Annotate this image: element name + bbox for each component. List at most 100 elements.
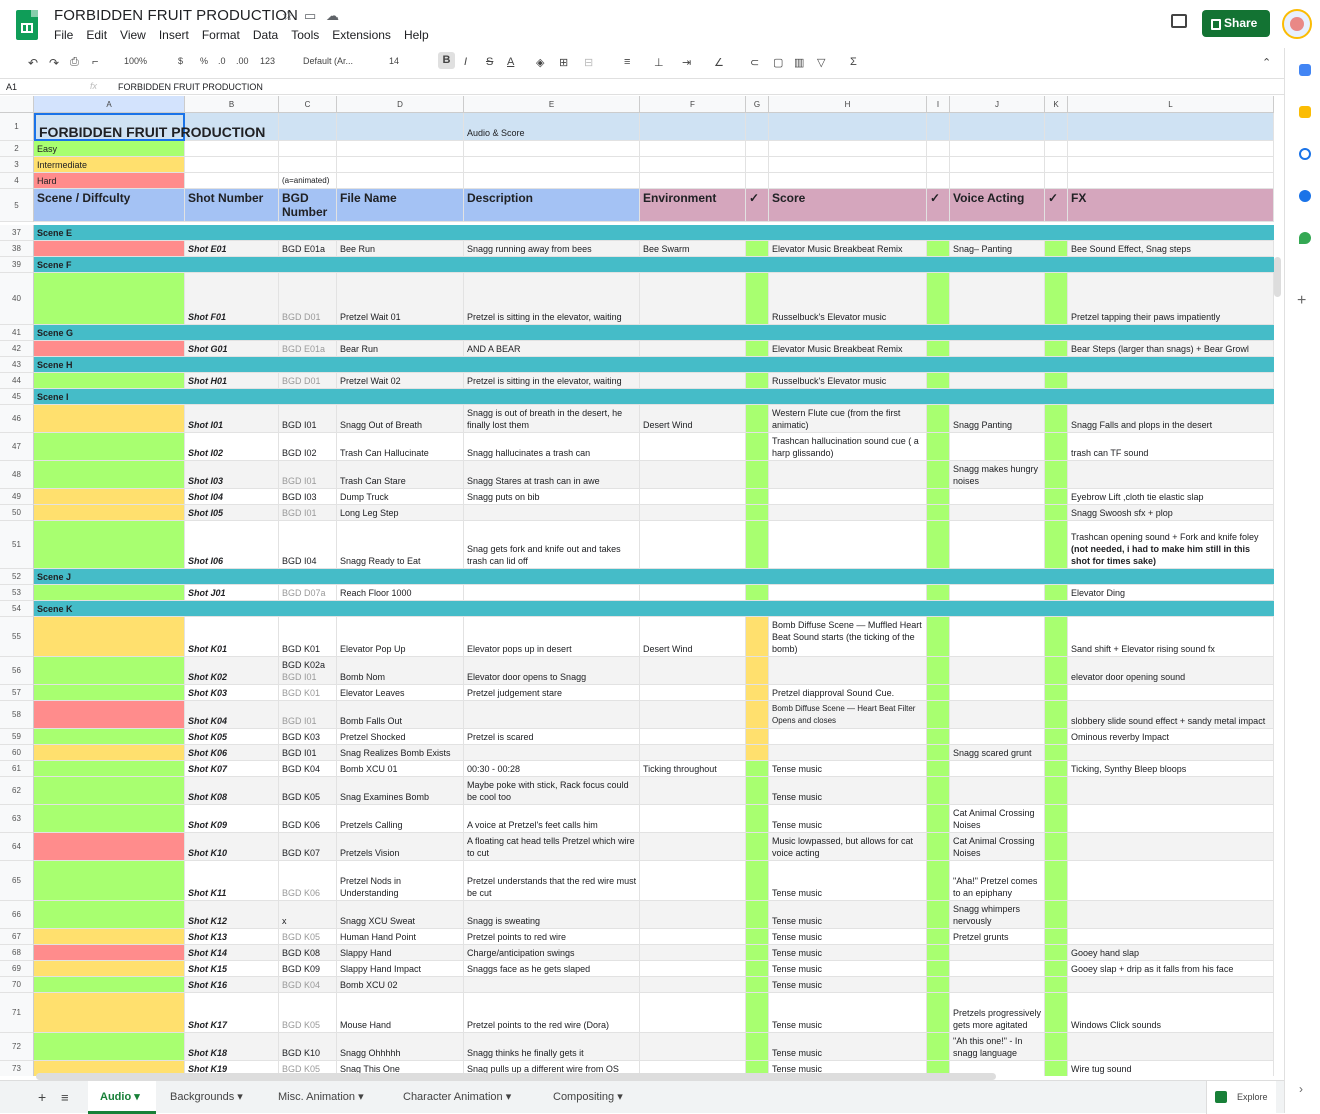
difficulty-cell[interactable] (34, 685, 185, 701)
cell-check[interactable] (927, 961, 950, 977)
cell-desc[interactable]: Pretzel understands that the red wire mu… (464, 861, 640, 901)
cell-r5-e[interactable]: Description (464, 189, 640, 222)
scene-band-cell[interactable] (746, 357, 769, 373)
difficulty-cell[interactable] (34, 977, 185, 993)
insert-chart-icon[interactable]: ▥ (794, 56, 804, 69)
cell-shot[interactable]: Shot F01 (185, 273, 279, 325)
scene-label[interactable]: Scene I (34, 389, 185, 405)
menu-insert[interactable]: Insert (159, 28, 189, 42)
menu-edit[interactable]: Edit (86, 28, 107, 42)
cell-file[interactable]: Slappy Hand Impact (337, 961, 464, 977)
cell-check[interactable] (746, 945, 769, 961)
cell-r3-h[interactable] (769, 157, 927, 173)
cell-env[interactable] (640, 945, 746, 961)
cell-check[interactable] (927, 945, 950, 961)
cell-bgd[interactable]: BGD I01 (279, 701, 337, 729)
cell-env[interactable] (640, 993, 746, 1033)
scene-band-cell[interactable] (950, 389, 1045, 405)
cell-r2-h[interactable] (769, 141, 927, 157)
cell-r3-d[interactable] (337, 157, 464, 173)
cell-r5-d[interactable]: File Name (337, 189, 464, 222)
cell-r4-l[interactable] (1068, 173, 1274, 189)
scene-band-cell[interactable] (337, 357, 464, 373)
cell-desc[interactable]: Snag gets fork and knife out and takes t… (464, 521, 640, 569)
cell-env[interactable]: Ticking throughout (640, 761, 746, 777)
cell-check[interactable] (1045, 761, 1068, 777)
cell-check[interactable] (746, 833, 769, 861)
cell-check[interactable] (927, 1033, 950, 1061)
cell-env[interactable] (640, 461, 746, 489)
row-header[interactable]: 65 (0, 861, 34, 901)
cell-desc[interactable]: 00:30 - 00:28 (464, 761, 640, 777)
cell-desc[interactable]: Elevator door opens to Snagg (464, 657, 640, 685)
cell-env[interactable] (640, 929, 746, 945)
cell-r4-f[interactable] (640, 173, 746, 189)
row-header[interactable]: 37 (0, 225, 34, 241)
link-icon[interactable]: ⊂ (750, 56, 759, 69)
cell-bgd[interactable]: x (279, 901, 337, 929)
cell-voice[interactable] (950, 505, 1045, 521)
cell-voice[interactable] (950, 729, 1045, 745)
cell-check[interactable] (1045, 461, 1068, 489)
scene-band-cell[interactable] (769, 601, 927, 617)
calendar-icon[interactable] (1299, 64, 1311, 76)
vertical-scrollbar[interactable] (1274, 257, 1281, 297)
cell-file[interactable]: Snagg XCU Sweat (337, 901, 464, 929)
cell-score[interactable]: Tense music (769, 777, 927, 805)
cell-voice[interactable] (950, 945, 1045, 961)
borders-icon[interactable]: ⊞ (559, 56, 568, 69)
text-wrap-icon[interactable]: ⇥ (682, 56, 691, 69)
scene-band-cell[interactable] (1045, 225, 1068, 241)
difficulty-cell[interactable] (34, 1033, 185, 1061)
redo-icon[interactable]: ↷ (49, 56, 59, 70)
cell-file[interactable]: Bomb Falls Out (337, 701, 464, 729)
cell-check[interactable] (1045, 701, 1068, 729)
row-header[interactable]: 39 (0, 257, 34, 273)
scene-band-cell[interactable] (337, 569, 464, 585)
cell-check[interactable] (927, 861, 950, 901)
cell-check[interactable] (927, 745, 950, 761)
italic-button[interactable]: I (464, 56, 467, 68)
cell-check[interactable] (746, 433, 769, 461)
cell-env[interactable] (640, 585, 746, 601)
maps-icon[interactable] (1299, 232, 1311, 244)
percent-button[interactable]: % (200, 56, 208, 66)
row-header[interactable]: 73 (0, 1061, 34, 1076)
cell-fx[interactable] (1068, 833, 1274, 861)
row-header[interactable]: 46 (0, 405, 34, 433)
cell-check[interactable] (1045, 1033, 1068, 1061)
cell-r4-d[interactable] (337, 173, 464, 189)
cell-file[interactable]: Mouse Hand (337, 993, 464, 1033)
cell-check[interactable] (746, 805, 769, 833)
row-header[interactable]: 41 (0, 325, 34, 341)
cell-env[interactable] (640, 777, 746, 805)
scene-band-cell[interactable] (746, 257, 769, 273)
cell-r4-i[interactable] (927, 173, 950, 189)
cell-shot[interactable]: Shot I02 (185, 433, 279, 461)
cell-check[interactable] (1045, 729, 1068, 745)
cell-env[interactable] (640, 273, 746, 325)
cell-check[interactable] (746, 961, 769, 977)
print-icon[interactable]: ⎙ (70, 56, 79, 69)
row-header[interactable]: 59 (0, 729, 34, 745)
cell-env[interactable] (640, 901, 746, 929)
cell-env[interactable] (640, 521, 746, 569)
difficulty-cell[interactable] (34, 701, 185, 729)
cell-score[interactable]: Tense music (769, 901, 927, 929)
cell-check[interactable] (746, 273, 769, 325)
cell-bgd[interactable]: BGD K05 (279, 777, 337, 805)
currency-button[interactable]: $ (178, 56, 183, 66)
font-select[interactable]: Default (Ar... (303, 56, 353, 66)
cell-voice[interactable]: Snagg whimpers nervously (950, 901, 1045, 929)
cell-check[interactable] (1045, 373, 1068, 389)
cell-voice[interactable]: "Ah this one!" - In snagg language (950, 1033, 1045, 1061)
cell-bgd[interactable]: BGD I03 (279, 489, 337, 505)
cell-check[interactable] (1045, 901, 1068, 929)
cell-bgd[interactable]: BGD K06 (279, 805, 337, 833)
cell-check[interactable] (927, 585, 950, 601)
cell-file[interactable]: Human Hand Point (337, 929, 464, 945)
cell-fx[interactable] (1068, 861, 1274, 901)
scene-band-cell[interactable] (337, 601, 464, 617)
scene-label[interactable]: Scene G (34, 325, 185, 341)
cell-r3-j[interactable] (950, 157, 1045, 173)
